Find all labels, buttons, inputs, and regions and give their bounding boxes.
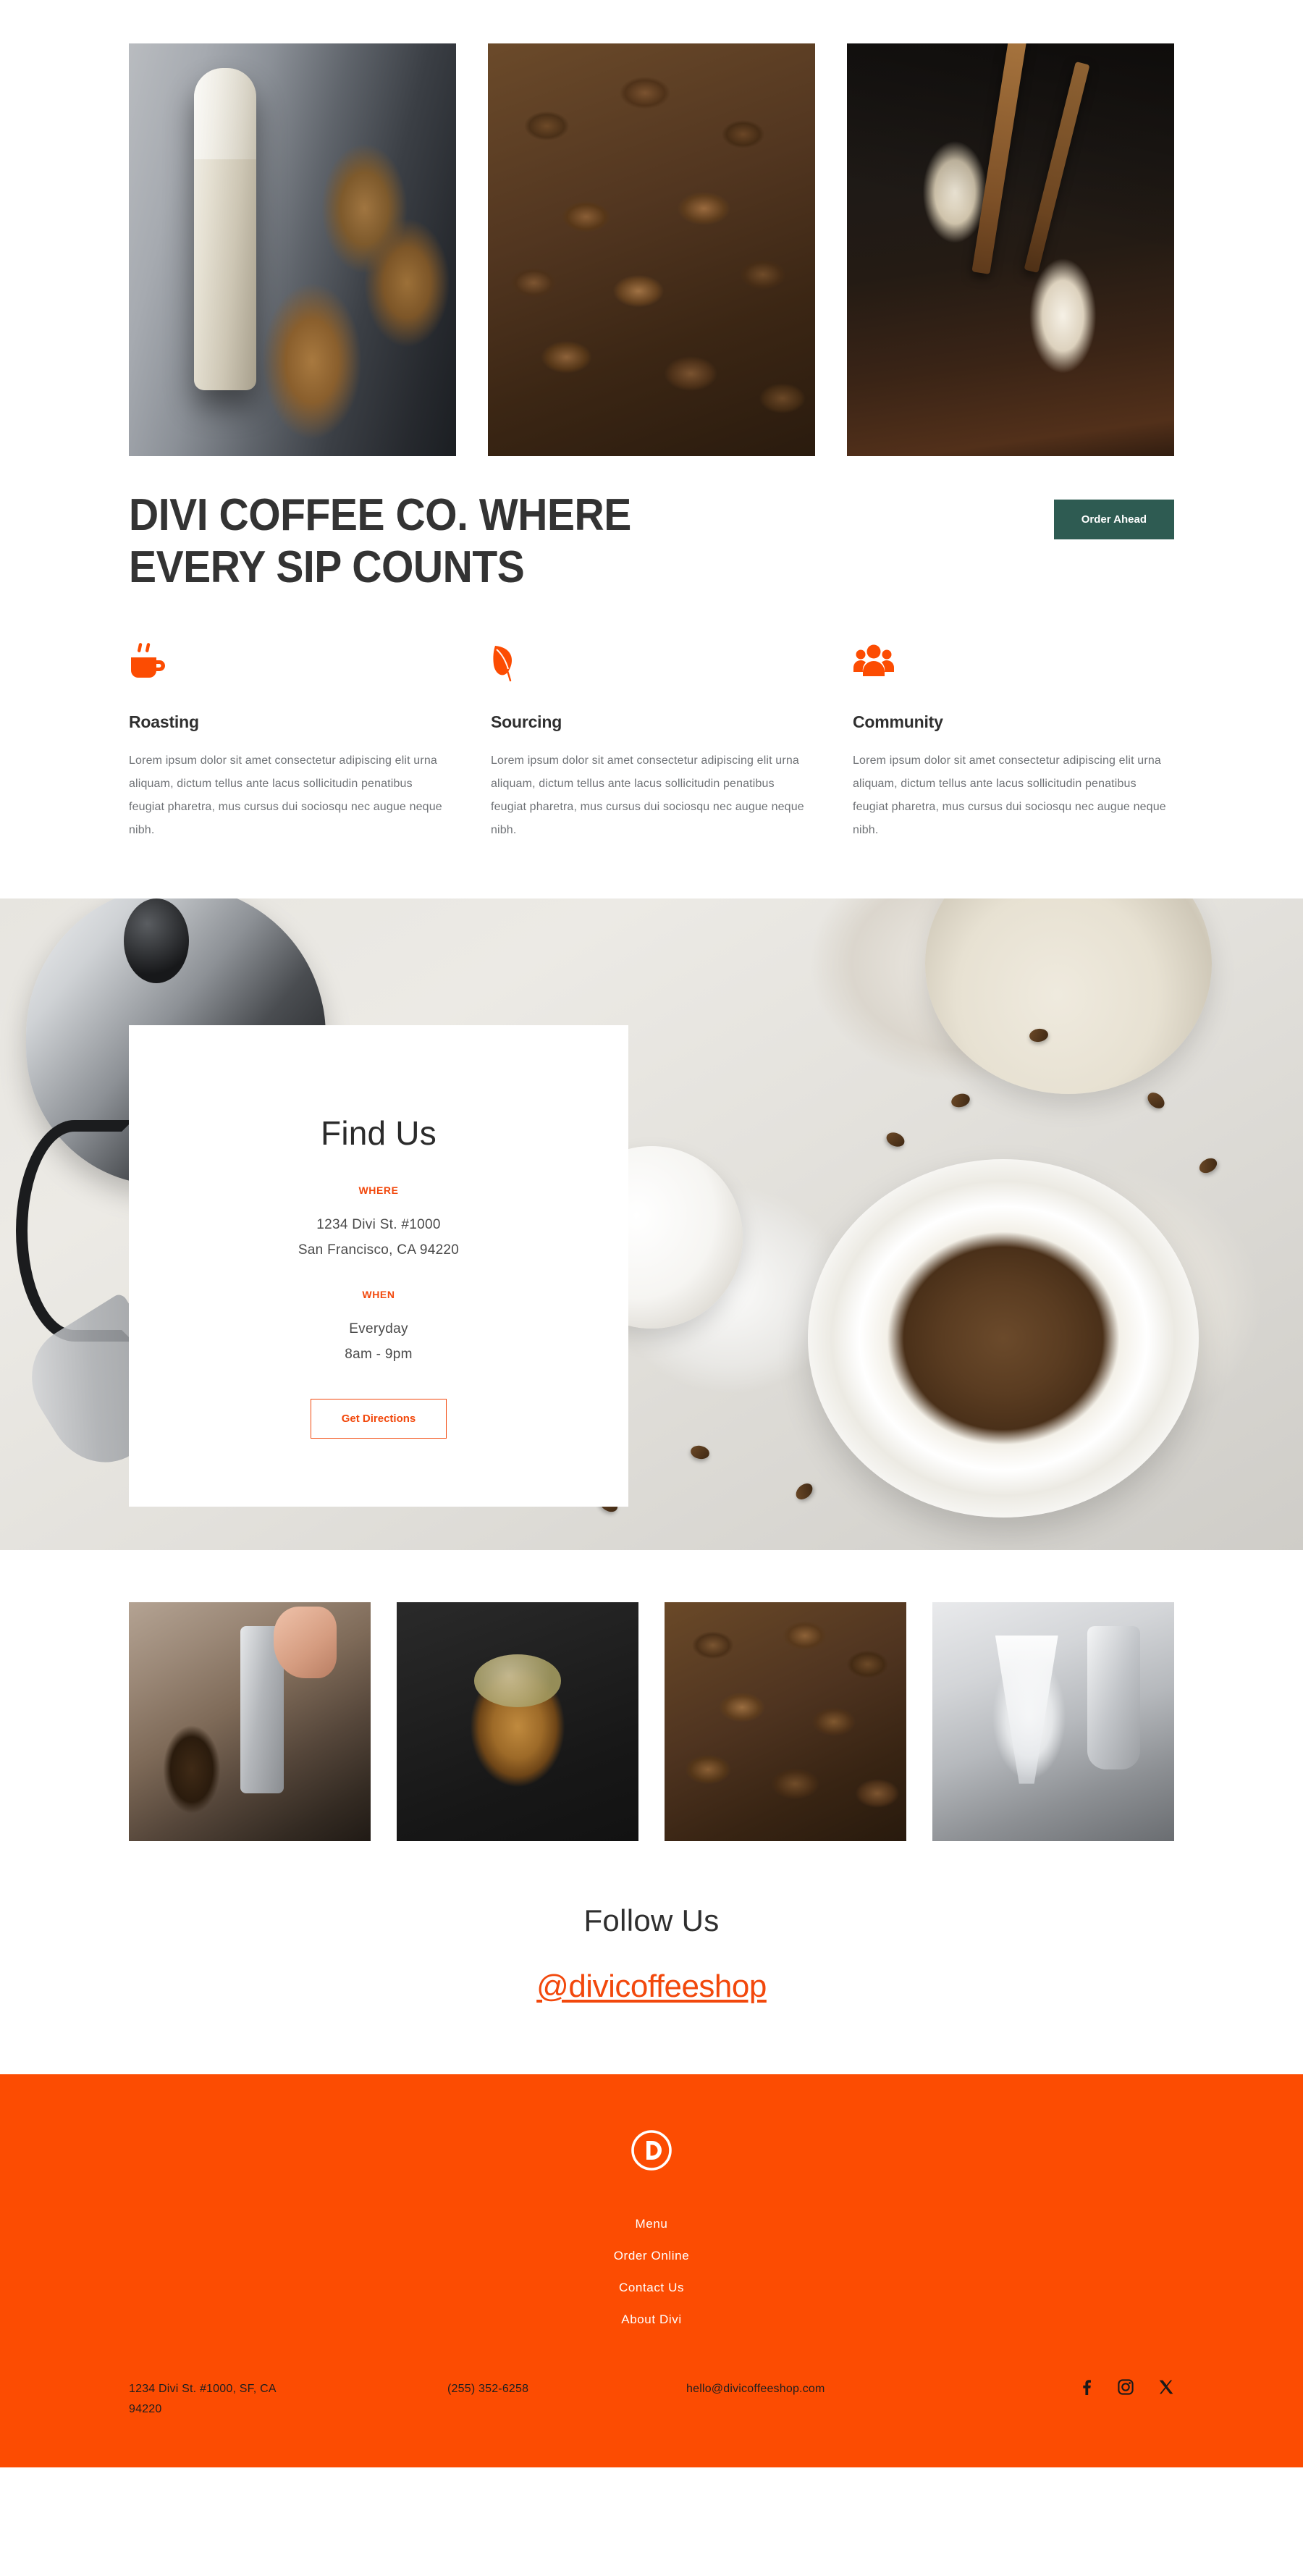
feature-body: Lorem ipsum dolor sit amet consectetur a…: [129, 754, 442, 836]
hours-line-1: Everyday: [349, 1321, 408, 1337]
hero-image-row: [0, 0, 1303, 456]
coffee-bean-bowl-decor: [808, 1158, 1199, 1518]
feature-title: Roasting: [129, 712, 199, 731]
find-us-card: Find Us WHERE 1234 Divi St. #1000 San Fr…: [129, 1024, 628, 1507]
address-line-1: 1234 Divi St. #1000: [316, 1216, 441, 1232]
footer-link-contact-us[interactable]: Contact Us: [619, 2281, 684, 2295]
scattered-bean-decor: [793, 1480, 816, 1503]
footer-social-links: [1079, 2379, 1174, 2395]
scattered-bean-decor: [689, 1444, 711, 1461]
feature-roasting: Roasting Lorem ipsum dolor sit amet cons…: [129, 642, 450, 842]
feature-sourcing: Sourcing Lorem ipsum dolor sit amet cons…: [491, 643, 812, 842]
find-us-section: Find Us WHERE 1234 Divi St. #1000 San Fr…: [0, 898, 1303, 1550]
scattered-bean-decor: [1197, 1155, 1220, 1177]
instagram-handle-link[interactable]: @divicoffeeshop: [536, 1969, 767, 2005]
order-ahead-button[interactable]: Order Ahead: [1053, 500, 1174, 539]
instagram-icon[interactable]: [1118, 2379, 1134, 2395]
leaf-icon: [491, 643, 812, 683]
footer-phone[interactable]: (255) 352-6258: [447, 2379, 686, 2399]
footer-address: 1234 Divi St. #1000, SF, CA 94220: [129, 2379, 447, 2420]
feature-title: Community: [853, 712, 943, 731]
hero-image-muffins-and-milk-bottle: [129, 43, 456, 456]
gallery-row: [0, 1550, 1303, 1841]
x-twitter-icon[interactable]: [1158, 2379, 1174, 2395]
headline-line-1: DIVI COFFEE CO. WHERE: [129, 490, 631, 540]
gallery-image-seeded-muffin-on-slate: [397, 1601, 638, 1841]
gallery-image-barista-tamping-espresso: [129, 1601, 371, 1841]
footer-link-menu[interactable]: Menu: [636, 2217, 668, 2231]
scattered-bean-decor: [1144, 1089, 1168, 1112]
footer-email[interactable]: hello@divicoffeeshop.com: [686, 2379, 1079, 2399]
hero-image-iced-coffee-with-cinnamon-sticks: [847, 43, 1174, 456]
footer-address-line-1: 1234 Divi St. #1000, SF, CA: [129, 2382, 277, 2395]
footer-contact-bar: 1234 Divi St. #1000, SF, CA 94220 (255) …: [0, 2379, 1303, 2467]
footer-nav: Menu Order Online Contact Us About Divi: [0, 2217, 1303, 2379]
headline-line-2: EVERY SIP COUNTS: [129, 542, 525, 592]
hero-headline-row: DIVI COFFEE CO. WHERE EVERY SIP COUNTS O…: [0, 456, 1303, 594]
get-directions-button[interactable]: Get Directions: [310, 1399, 447, 1439]
footer-address-line-2: 94220: [129, 2402, 162, 2415]
feature-body: Lorem ipsum dolor sit amet consectetur a…: [491, 754, 804, 836]
features-row: Roasting Lorem ipsum dolor sit amet cons…: [0, 594, 1303, 898]
find-us-title: Find Us: [321, 1114, 437, 1152]
feature-body: Lorem ipsum dolor sit amet consectetur a…: [853, 754, 1166, 836]
gallery-image-glass-pour-over-carafe: [932, 1601, 1174, 1841]
gallery-image-coffee-beans-pile: [665, 1601, 906, 1841]
address-line-2: San Francisco, CA 94220: [298, 1242, 460, 1258]
scattered-bean-decor: [950, 1091, 971, 1110]
feature-title: Sourcing: [491, 712, 562, 731]
hero-image-roasted-coffee-beans-closeup: [488, 43, 815, 456]
people-group-icon: [853, 643, 1174, 683]
feature-community: Community Lorem ipsum dolor sit amet con…: [853, 643, 1174, 842]
french-press-knob-decor: [124, 898, 189, 983]
coffee-cup-icon: [129, 642, 450, 683]
when-label: WHEN: [362, 1289, 395, 1301]
where-label: WHERE: [358, 1184, 399, 1196]
footer-link-order-online[interactable]: Order Online: [614, 2249, 690, 2263]
white-bowl-decor: [925, 898, 1212, 1094]
follow-us-title: Follow Us: [583, 1903, 720, 1937]
scattered-bean-decor: [884, 1129, 907, 1150]
hours-line-2: 8am - 9pm: [345, 1347, 413, 1363]
footer-link-about-divi[interactable]: About Divi: [621, 2312, 681, 2327]
follow-us-section: Follow Us @divicoffeeshop: [0, 1841, 1303, 2074]
facebook-icon[interactable]: [1079, 2379, 1093, 2395]
landing-page: DIVI COFFEE CO. WHERE EVERY SIP COUNTS O…: [0, 0, 1303, 2467]
footer-logo-wrap: [0, 2129, 1303, 2175]
page-title: DIVI COFFEE CO. WHERE EVERY SIP COUNTS: [129, 489, 631, 594]
divi-d-logo-icon[interactable]: [631, 2129, 672, 2175]
site-footer: Menu Order Online Contact Us About Divi …: [0, 2074, 1303, 2467]
